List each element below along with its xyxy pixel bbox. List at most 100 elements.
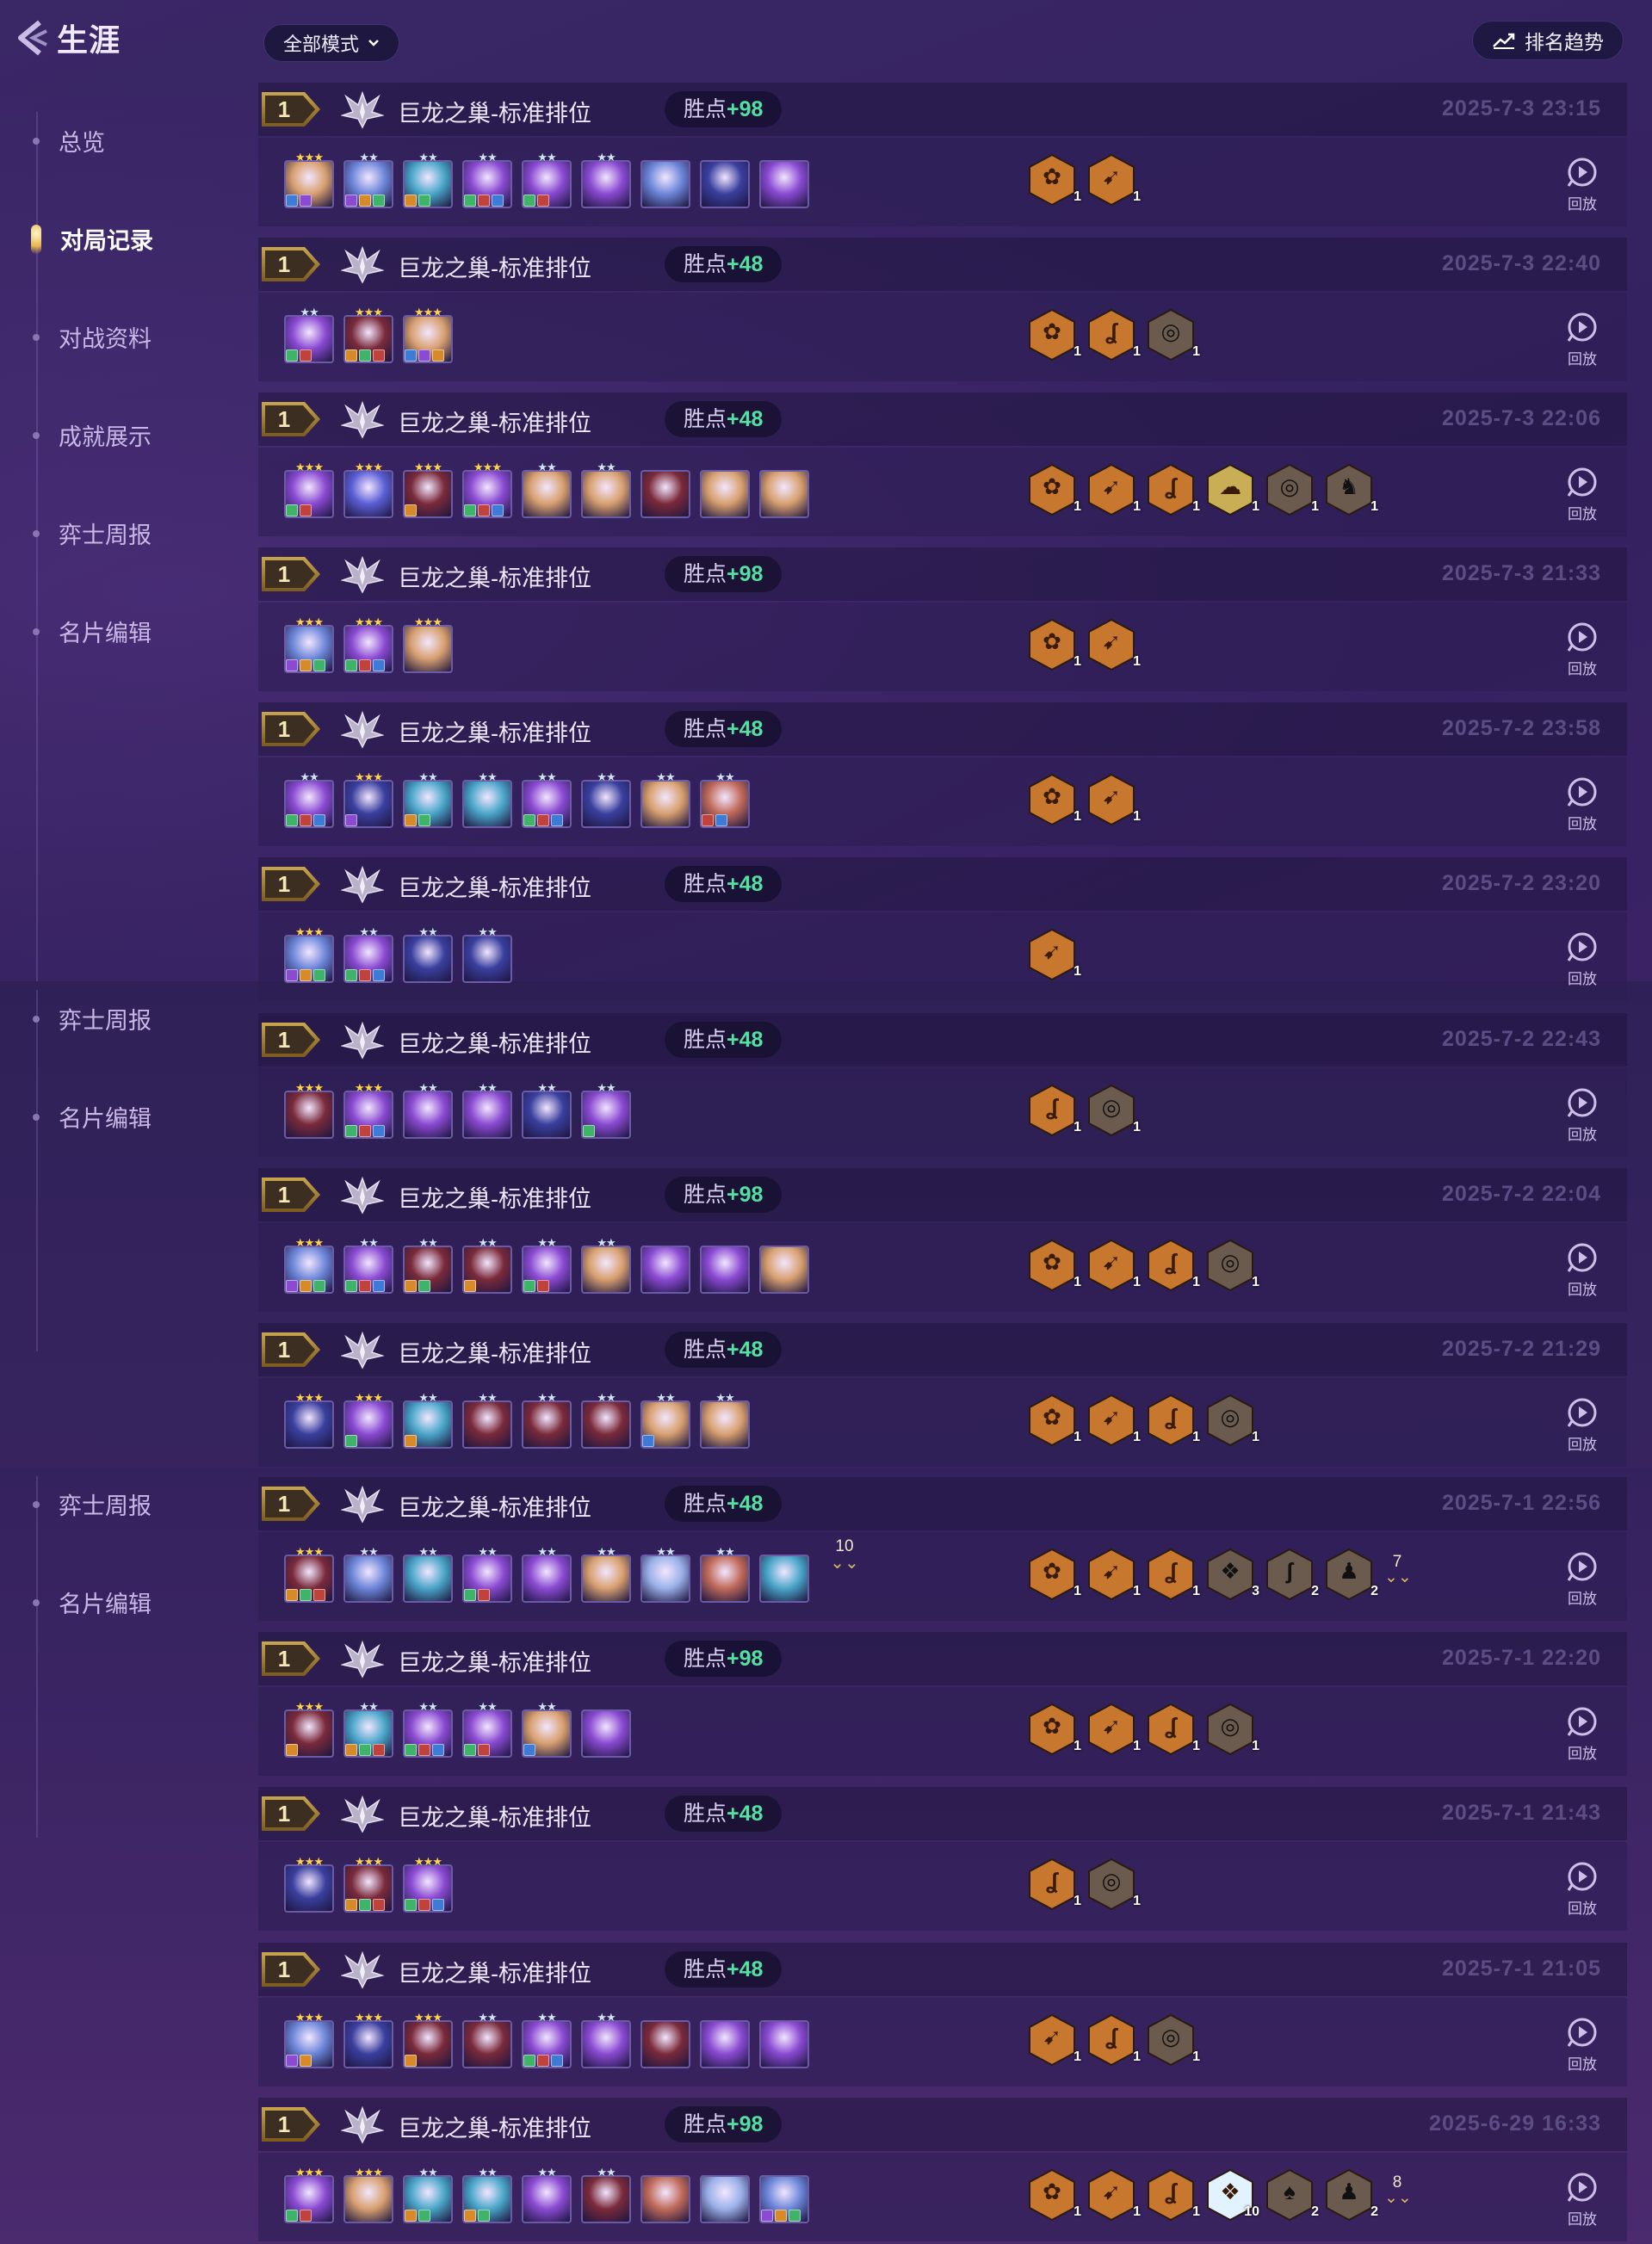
item-icon[interactable]	[286, 195, 298, 207]
item-icon[interactable]	[715, 814, 727, 826]
item-icon[interactable]	[478, 195, 490, 207]
trait-badge[interactable]: ʆ1	[1147, 1703, 1200, 1756]
item-icon[interactable]	[286, 814, 298, 826]
item-icon[interactable]	[405, 195, 417, 207]
champion-unit[interactable]: ★★	[343, 151, 393, 208]
replay-button[interactable]: 回放	[1563, 155, 1601, 213]
item-icon[interactable]	[345, 195, 357, 207]
trait-badge[interactable]: ʆ1	[1147, 1548, 1200, 1601]
replay-button[interactable]: 回放	[1563, 2170, 1601, 2229]
trait-badge[interactable]: ʆ1	[1087, 308, 1141, 362]
expand-units-toggle[interactable]: 10 ⌄⌄	[827, 1537, 862, 1572]
champion-unit[interactable]	[700, 2015, 750, 2068]
champion-unit[interactable]: ★★	[522, 151, 572, 208]
item-icon[interactable]	[286, 1744, 298, 1756]
champion-unit[interactable]: ★★	[462, 1546, 512, 1603]
match-card[interactable]: 1 巨龙之巢-标准排位 胜点+98 2025-7-1 22:20 ★★★ ★★ ★★ ★★ ★★…	[258, 1632, 1627, 1776]
nav-item-weekly-report[interactable]: 弈士周报	[31, 516, 152, 550]
item-icon[interactable]	[300, 2055, 312, 2067]
champion-unit[interactable]: ★★★	[284, 1237, 334, 1294]
item-icon[interactable]	[373, 195, 385, 207]
item-icon[interactable]	[345, 1744, 357, 1756]
item-icon[interactable]	[300, 1589, 312, 1601]
item-icon[interactable]	[373, 969, 385, 981]
trait-badge[interactable]: ➹ 1	[1087, 1394, 1141, 1447]
item-icon[interactable]	[537, 2055, 549, 2067]
champion-unit[interactable]: ★★★	[284, 1392, 334, 1449]
replay-button[interactable]: 回放	[1563, 310, 1601, 368]
item-icon[interactable]	[300, 659, 312, 671]
trait-badge[interactable]: ❖ 10	[1206, 2168, 1259, 2222]
champion-unit[interactable]: ★★	[700, 1392, 750, 1449]
item-icon[interactable]	[551, 2055, 563, 2067]
champion-unit[interactable]: ★★	[522, 2167, 572, 2223]
trait-badge[interactable]: ➹ 1	[1087, 153, 1141, 207]
item-icon[interactable]	[405, 814, 417, 826]
back-button[interactable]: 生涯	[15, 15, 121, 60]
item-icon[interactable]	[345, 349, 357, 362]
replay-button[interactable]: 回放	[1563, 930, 1601, 988]
champion-unit[interactable]: ★★	[462, 2012, 512, 2068]
expand-traits-toggle[interactable]: 8 ⌄⌄	[1384, 2168, 1412, 2222]
champion-unit[interactable]: ★★★	[284, 1546, 334, 1603]
item-icon[interactable]	[359, 195, 371, 207]
trait-badge[interactable]: ✿ 1	[1028, 1548, 1081, 1601]
item-icon[interactable]	[345, 814, 357, 826]
nav-item-match-history[interactable]: 对局记录	[31, 222, 153, 256]
champion-unit[interactable]	[759, 155, 809, 208]
match-card[interactable]: 1 巨龙之巢-标准排位 胜点+48 2025-7-3 22:40 ★★ ★★★ ★★★ ✿ 1 ʆ…	[258, 238, 1627, 381]
nav-item-achievements[interactable]: 成就展示	[31, 418, 152, 452]
item-icon[interactable]	[492, 195, 504, 207]
champion-unit[interactable]: ★★	[403, 2167, 453, 2223]
trait-badge[interactable]: ʆ1	[1147, 1394, 1200, 1447]
champion-unit[interactable]: ★★	[522, 1392, 572, 1449]
match-card[interactable]: 1 巨龙之巢-标准排位 胜点+48 2025-7-1 22:56 ★★★ ★★ ★★ ★★ ★★…	[258, 1477, 1627, 1621]
champion-unit[interactable]: ★★	[284, 771, 334, 828]
champion-unit[interactable]: ★★	[522, 2012, 572, 2068]
item-icon[interactable]	[478, 1744, 490, 1756]
item-icon[interactable]	[359, 1899, 371, 1911]
item-icon[interactable]	[359, 1280, 371, 1292]
champion-unit[interactable]: ★★	[343, 1237, 393, 1294]
champion-unit[interactable]: ★★	[700, 1546, 750, 1603]
item-icon[interactable]	[464, 504, 476, 516]
item-icon[interactable]	[789, 2210, 801, 2222]
replay-button[interactable]: 回放	[1563, 1085, 1601, 1144]
mode-filter-dropdown[interactable]: 全部模式	[263, 24, 399, 62]
replay-button[interactable]: 回放	[1563, 1859, 1601, 1918]
trait-badge[interactable]: ♞ 1	[1325, 463, 1378, 516]
match-card[interactable]: 1 巨龙之巢-标准排位 胜点+48 2025-7-2 23:58 ★★ ★★★ ★★ ★★ ★★…	[258, 702, 1627, 846]
trait-badge[interactable]: ☁ 1	[1206, 463, 1259, 516]
match-card[interactable]: 1 巨龙之巢-标准排位 胜点+98 2025-7-3 21:33 ★★★ ★★★ ★★★ ✿ 1…	[258, 547, 1627, 691]
trait-badge[interactable]: ʃ2	[1265, 1548, 1319, 1601]
match-card[interactable]: 1 巨龙之巢-标准排位 胜点+48 2025-7-2 22:43 ★★★ ★★★ ★★ ★★ ★…	[258, 1013, 1627, 1157]
item-icon[interactable]	[478, 504, 490, 516]
champion-unit[interactable]	[581, 1704, 631, 1758]
item-icon[interactable]	[359, 1125, 371, 1137]
trait-badge[interactable]: ➹ 1	[1087, 1239, 1141, 1292]
item-icon[interactable]	[492, 504, 504, 516]
item-icon[interactable]	[405, 349, 417, 362]
replay-button[interactable]: 回放	[1563, 1240, 1601, 1299]
trait-badge[interactable]: ♠ 2	[1265, 2168, 1319, 2222]
champion-unit[interactable]: ★★★	[403, 461, 453, 518]
item-icon[interactable]	[313, 969, 325, 981]
item-icon[interactable]	[345, 1125, 357, 1137]
match-card[interactable]: 1 巨龙之巢-标准排位 胜点+48 2025-7-1 21:05 ★★★ ★★★ ★★★ ★★…	[258, 1943, 1627, 2086]
champion-unit[interactable]: ★★★	[284, 2012, 334, 2068]
champion-unit[interactable]	[700, 2170, 750, 2223]
item-icon[interactable]	[418, 1744, 430, 1756]
item-icon[interactable]	[523, 1744, 535, 1756]
trait-badge[interactable]: ◎ 1	[1147, 308, 1200, 362]
trait-badge[interactable]: ➹ 1	[1028, 2013, 1081, 2067]
item-icon[interactable]	[432, 1744, 444, 1756]
champion-unit[interactable]	[640, 465, 690, 518]
champion-unit[interactable]: ★★	[462, 1392, 512, 1449]
champion-unit[interactable]	[759, 465, 809, 518]
item-icon[interactable]	[405, 1435, 417, 1447]
champion-unit[interactable]: ★★★	[343, 1392, 393, 1449]
item-icon[interactable]	[537, 195, 549, 207]
champion-unit[interactable]: ★★	[343, 926, 393, 983]
item-icon[interactable]	[405, 1744, 417, 1756]
item-icon[interactable]	[432, 349, 444, 362]
